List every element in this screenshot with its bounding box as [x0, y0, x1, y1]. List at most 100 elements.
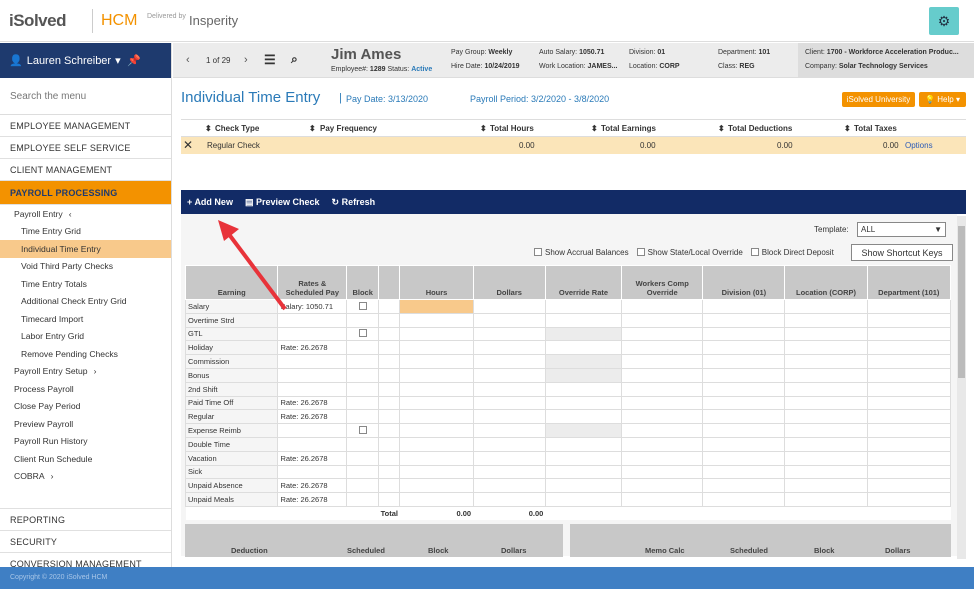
dimension-cell[interactable]	[621, 423, 704, 438]
block-checkbox[interactable]	[358, 329, 367, 338]
hours-input[interactable]	[399, 299, 474, 314]
col-pay-frequency[interactable]: Pay Frequency	[320, 124, 377, 133]
dimension-cell[interactable]	[702, 423, 786, 438]
hours-input[interactable]	[399, 395, 474, 411]
template-select[interactable]: ALL ▼	[857, 222, 946, 237]
dollars-input[interactable]	[472, 367, 546, 383]
dimension-cell[interactable]	[784, 464, 868, 480]
override-rate-input[interactable]	[544, 478, 623, 494]
sidebar-item-individual-time-entry[interactable]: Individual Time Entry	[0, 240, 171, 258]
dollars-input[interactable]	[472, 409, 546, 425]
accrual-balances-checkbox[interactable]: Show Accrual Balances	[534, 248, 629, 257]
dimension-cell[interactable]	[784, 436, 868, 452]
hours-input[interactable]	[399, 326, 474, 342]
dimension-cell[interactable]	[866, 354, 952, 369]
dimension-cell[interactable]	[784, 312, 868, 328]
sidebar-item-client-run-schedule[interactable]: Client Run Schedule	[0, 450, 171, 468]
dimension-cell[interactable]	[702, 299, 786, 314]
dimension-cell[interactable]	[702, 464, 786, 480]
override-rate-input[interactable]	[544, 340, 623, 356]
user-menu[interactable]: 👤 Lauren Schreiber ▾ 📌	[0, 43, 171, 78]
hours-input[interactable]	[399, 312, 474, 328]
dimension-cell[interactable]	[621, 381, 704, 397]
refresh-button[interactable]: ↻ Refresh	[332, 197, 376, 208]
dimension-cell[interactable]	[784, 354, 868, 369]
override-rate-input[interactable]	[544, 312, 623, 328]
dimension-cell[interactable]	[621, 367, 704, 383]
dimension-cell[interactable]	[866, 436, 952, 452]
hours-input[interactable]	[399, 354, 474, 369]
override-rate-input[interactable]	[544, 367, 623, 383]
dimension-cell[interactable]	[784, 367, 868, 383]
dollars-input[interactable]	[472, 381, 546, 397]
sidebar-item-preview-payroll[interactable]: Preview Payroll	[0, 415, 171, 433]
override-rate-input[interactable]	[544, 423, 623, 438]
next-employee-button[interactable]: ›	[244, 54, 248, 66]
sidebar-item-time-entry-grid[interactable]: Time Entry Grid	[0, 223, 171, 241]
dimension-cell[interactable]	[702, 312, 786, 328]
sidebar-section-reporting[interactable]: REPORTING	[0, 509, 171, 531]
hours-input[interactable]	[399, 464, 474, 480]
dimension-cell[interactable]	[866, 478, 952, 494]
dollars-input[interactable]	[472, 340, 546, 356]
dimension-cell[interactable]	[621, 395, 704, 411]
dimension-cell[interactable]	[866, 492, 952, 507]
dimension-cell[interactable]	[784, 492, 868, 507]
sidebar-item-payroll-entry[interactable]: Payroll Entry ‹	[0, 205, 171, 223]
dimension-cell[interactable]	[866, 450, 952, 466]
dimension-cell[interactable]	[866, 367, 952, 383]
isolved-logo[interactable]: iSolved	[9, 11, 66, 31]
dimension-cell[interactable]	[702, 381, 786, 397]
scrollbar-thumb[interactable]	[958, 226, 965, 378]
override-rate-input[interactable]	[544, 409, 623, 425]
dimension-cell[interactable]	[784, 409, 868, 425]
col-total-hours[interactable]: Total Hours	[490, 124, 534, 133]
sidebar-item-additional-check-entry-grid[interactable]: Additional Check Entry Grid	[0, 293, 171, 311]
dimension-cell[interactable]	[784, 381, 868, 397]
isolved-university-button[interactable]: iSolved University	[842, 92, 915, 107]
dimension-cell[interactable]	[621, 326, 704, 342]
dollars-input[interactable]	[472, 354, 546, 369]
hours-input[interactable]	[399, 340, 474, 356]
dimension-cell[interactable]	[621, 354, 704, 369]
dimension-cell[interactable]	[621, 450, 704, 466]
dollars-input[interactable]	[472, 450, 546, 466]
dimension-cell[interactable]	[621, 478, 704, 494]
dimension-cell[interactable]	[702, 492, 786, 507]
col-total-deductions[interactable]: Total Deductions	[728, 124, 792, 133]
override-rate-input[interactable]	[544, 450, 623, 466]
block-checkbox[interactable]	[358, 301, 367, 310]
dollars-input[interactable]	[472, 395, 546, 411]
dimension-cell[interactable]	[621, 312, 704, 328]
dimension-cell[interactable]	[866, 299, 952, 314]
override-rate-input[interactable]	[544, 464, 623, 480]
hours-input[interactable]	[399, 381, 474, 397]
sidebar-section-client-management[interactable]: CLIENT MANAGEMENT	[0, 159, 171, 181]
sidebar-section-conversion-management[interactable]: CONVERSION MANAGEMENT	[0, 553, 171, 568]
check-row[interactable]: ✕ Regular Check 0.00 0.00 0.00 0.00 Opti…	[181, 137, 966, 154]
dimension-cell[interactable]	[621, 436, 704, 452]
dimension-cell[interactable]	[784, 450, 868, 466]
dollars-input[interactable]	[472, 464, 546, 480]
sidebar-item-time-entry-totals[interactable]: Time Entry Totals	[0, 275, 171, 293]
sidebar-section-payroll-processing[interactable]: PAYROLL PROCESSING	[0, 181, 171, 205]
col-total-earnings[interactable]: Total Earnings	[601, 124, 656, 133]
override-rate-input[interactable]	[544, 354, 623, 369]
dimension-cell[interactable]	[866, 340, 952, 356]
block-checkbox[interactable]	[358, 426, 367, 435]
dimension-cell[interactable]	[784, 478, 868, 494]
override-rate-input[interactable]	[544, 326, 623, 342]
dimension-cell[interactable]	[784, 299, 868, 314]
dollars-input[interactable]	[472, 436, 546, 452]
dimension-cell[interactable]	[621, 409, 704, 425]
sidebar-item-cobra[interactable]: COBRA ›	[0, 468, 171, 486]
dimension-cell[interactable]	[784, 340, 868, 356]
dimension-cell[interactable]	[866, 326, 952, 342]
sidebar-item-payroll-run-history[interactable]: Payroll Run History	[0, 433, 171, 451]
hours-input[interactable]	[399, 423, 474, 438]
menu-search-input[interactable]: Search the menu	[0, 78, 171, 115]
dollars-input[interactable]	[472, 326, 546, 342]
dollars-input[interactable]	[472, 312, 546, 328]
override-rate-input[interactable]	[544, 492, 623, 507]
block-direct-deposit-checkbox[interactable]: Block Direct Deposit	[750, 248, 834, 257]
